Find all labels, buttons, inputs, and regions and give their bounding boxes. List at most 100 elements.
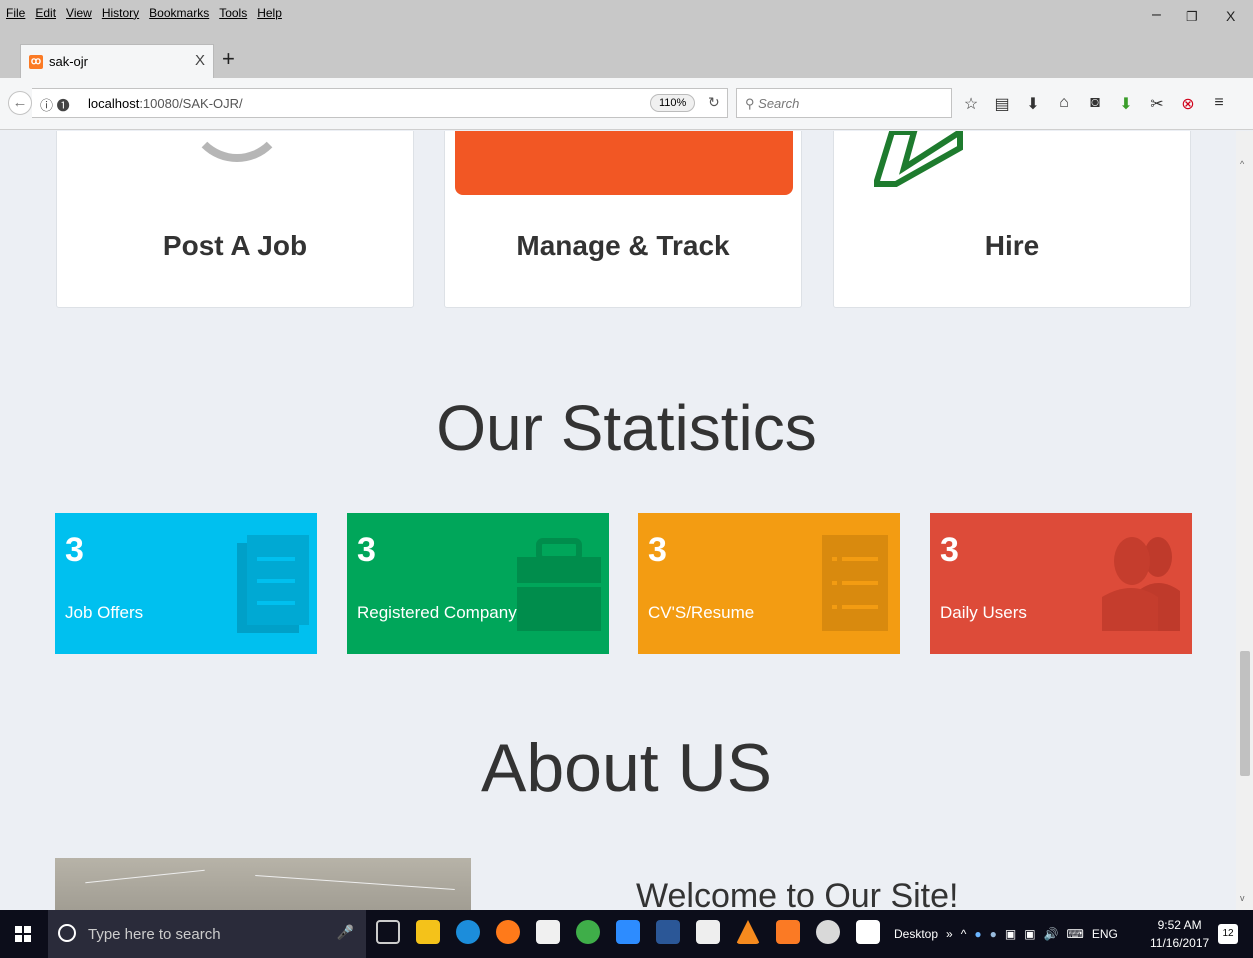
checkmark-icon bbox=[874, 131, 963, 187]
pocket-icon[interactable]: ◙ bbox=[1086, 94, 1104, 114]
system-tray: Desktop » ^ ● ● ▣ ▣ 🔊 ⌨ ENG bbox=[894, 910, 1118, 958]
search-input[interactable]: ⚲ Search bbox=[736, 88, 952, 118]
task-view-icon[interactable] bbox=[376, 920, 400, 944]
scroll-down-arrow-icon[interactable]: v bbox=[1240, 893, 1245, 903]
addon-flag-icon[interactable]: ⬇ bbox=[1117, 94, 1135, 114]
back-arrow-icon[interactable]: ← bbox=[8, 91, 32, 115]
stat-count: 3 bbox=[357, 531, 376, 569]
firefox-icon[interactable] bbox=[496, 920, 520, 944]
taskbar-search-placeholder: Type here to search bbox=[88, 926, 221, 943]
tray-app-icon[interactable]: ● bbox=[974, 927, 981, 941]
microphone-icon[interactable]: 🎤 bbox=[337, 924, 354, 941]
scroll-up-arrow-icon[interactable]: ^ bbox=[1240, 159, 1244, 169]
pinned-apps bbox=[376, 920, 880, 944]
desktop-toolbar-label[interactable]: Desktop bbox=[894, 927, 938, 941]
keyboard-icon[interactable]: ⌨ bbox=[1067, 927, 1084, 941]
restore-button[interactable]: ❐ bbox=[1186, 9, 1198, 25]
reload-icon[interactable]: ↻ bbox=[708, 94, 720, 111]
tray-app-icon[interactable]: ● bbox=[990, 927, 997, 941]
vlc-icon[interactable] bbox=[736, 920, 760, 944]
site-info-icon[interactable]: ⓘ ❶ bbox=[40, 95, 70, 114]
xampp-icon: ꝏ bbox=[29, 54, 43, 69]
stat-box-cv-resume[interactable]: 3 CV'S/Resume bbox=[638, 513, 900, 654]
menu-help[interactable]: Help bbox=[257, 6, 282, 20]
page-scrollbar[interactable]: ^ v bbox=[1236, 131, 1253, 910]
clock-time: 9:52 AM bbox=[1157, 918, 1202, 932]
network-icon[interactable]: ▣ bbox=[1024, 927, 1035, 941]
tab-title: sak-ojr bbox=[49, 54, 89, 69]
file-explorer-icon[interactable] bbox=[416, 920, 440, 944]
menu-view[interactable]: View bbox=[66, 6, 92, 20]
scrollbar-thumb[interactable] bbox=[1240, 651, 1250, 776]
ceiling-line bbox=[255, 875, 455, 890]
menu-edit[interactable]: Edit bbox=[35, 6, 56, 20]
close-window-button[interactable]: X bbox=[1226, 8, 1235, 24]
tab-close-icon[interactable]: X bbox=[195, 52, 205, 69]
menu-bookmarks[interactable]: Bookmarks bbox=[149, 6, 209, 20]
chrome-icon[interactable] bbox=[576, 920, 600, 944]
zoom-level[interactable]: 110% bbox=[650, 94, 696, 112]
taskbar-search-input[interactable]: Type here to search 🎤 bbox=[48, 910, 366, 958]
list-icon bbox=[822, 535, 888, 631]
volume-icon[interactable]: 🔊 bbox=[1044, 927, 1059, 941]
service-card-hire[interactable]: Hire bbox=[833, 131, 1191, 308]
stat-count: 3 bbox=[648, 531, 667, 569]
service-card-post-job[interactable]: Post A Job bbox=[56, 131, 414, 308]
bookmark-star-icon[interactable]: ☆ bbox=[962, 94, 980, 114]
url-bar[interactable]: ⓘ ❶ localhost:10080/SAK-OJR/ 110% ↻ bbox=[32, 88, 728, 118]
stop-addon-icon[interactable]: ⊗ bbox=[1179, 94, 1197, 114]
paint-icon[interactable] bbox=[816, 920, 840, 944]
post-job-icon bbox=[187, 131, 287, 162]
stat-box-job-offers[interactable]: 3 Job Offers bbox=[55, 513, 317, 654]
new-tab-button[interactable]: + bbox=[222, 46, 235, 72]
navigation-bar: ← ⓘ ❶ localhost:10080/SAK-OJR/ 110% ↻ ⚲ … bbox=[0, 78, 1253, 130]
messenger-icon[interactable] bbox=[616, 920, 640, 944]
menu-tools[interactable]: Tools bbox=[219, 6, 247, 20]
windows-start-icon[interactable] bbox=[15, 926, 31, 942]
service-label: Post A Job bbox=[162, 230, 308, 261]
clock-date: 11/16/2017 bbox=[1150, 936, 1210, 950]
url-path: :10080/SAK-OJR/ bbox=[139, 96, 243, 111]
service-card-manage-track[interactable]: Manage & Track bbox=[444, 131, 802, 308]
menu-items: File Edit View History Bookmarks Tools H… bbox=[6, 6, 282, 20]
xampp-taskbar-icon[interactable] bbox=[776, 920, 800, 944]
page-viewport: Post A Job Manage & Track Hire Our Stati… bbox=[0, 131, 1253, 910]
home-icon[interactable]: ⌂ bbox=[1055, 94, 1073, 114]
minimize-button[interactable]: – bbox=[1152, 6, 1161, 24]
stat-label: Registered Company bbox=[357, 603, 517, 622]
mail-icon[interactable] bbox=[696, 920, 720, 944]
tab-sak-ojr[interactable]: ꝏ sak-ojr X bbox=[20, 44, 214, 78]
statistics-heading: Our Statistics bbox=[436, 392, 817, 464]
tray-app-icon[interactable]: ▣ bbox=[1005, 927, 1016, 941]
hamburger-menu-icon[interactable]: ≡ bbox=[1210, 94, 1228, 114]
users-icon bbox=[1102, 537, 1180, 631]
about-photo bbox=[55, 858, 471, 910]
menu-bar: File Edit View History Bookmarks Tools H… bbox=[0, 0, 1253, 34]
stat-box-daily-users[interactable]: 3 Daily Users bbox=[930, 513, 1192, 654]
stat-box-registered-company[interactable]: 3 Registered Company bbox=[347, 513, 609, 654]
cortana-icon bbox=[58, 924, 76, 942]
stat-count: 3 bbox=[65, 531, 84, 569]
store-icon[interactable] bbox=[536, 920, 560, 944]
stat-label: Job Offers bbox=[65, 603, 144, 622]
reading-list-icon[interactable]: ▤ bbox=[993, 94, 1011, 114]
menu-history[interactable]: History bbox=[102, 6, 139, 20]
document-icon bbox=[237, 535, 309, 633]
stat-count: 3 bbox=[940, 531, 959, 569]
briefcase-icon bbox=[517, 538, 601, 631]
edge-icon[interactable] bbox=[456, 920, 480, 944]
photos-icon[interactable] bbox=[856, 920, 880, 944]
url-host: localhost bbox=[88, 96, 140, 111]
download-icon[interactable]: ⬇ bbox=[1024, 94, 1042, 114]
show-hidden-icons-icon[interactable]: ^ bbox=[961, 927, 967, 941]
screenshot-icon[interactable]: ✂ bbox=[1148, 94, 1166, 114]
toolbar-overflow-icon[interactable]: » bbox=[946, 927, 953, 941]
welcome-heading: Welcome to Our Site! bbox=[636, 877, 959, 910]
language-indicator[interactable]: ENG bbox=[1092, 927, 1118, 941]
notification-center-icon[interactable]: 12 bbox=[1218, 924, 1238, 944]
ceiling-line bbox=[85, 869, 205, 884]
menu-file[interactable]: File bbox=[6, 6, 25, 20]
service-label: Hire bbox=[984, 230, 1040, 261]
app-icon[interactable] bbox=[656, 920, 680, 944]
clock[interactable]: 9:52 AM 11/16/2017 bbox=[1150, 916, 1209, 952]
